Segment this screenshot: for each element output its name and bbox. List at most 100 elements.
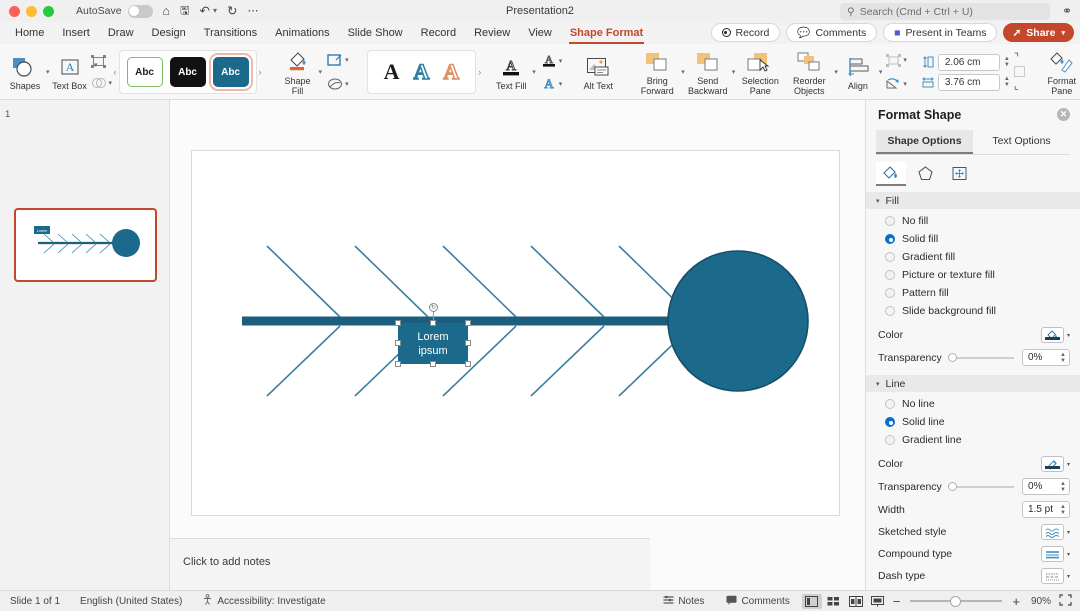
arrange-chevron-down-icon[interactable]: ▾ — [94, 61, 98, 69]
resize-handle-bottom-left[interactable] — [395, 361, 401, 367]
tab-review[interactable]: Review — [465, 25, 519, 41]
zoom-slider[interactable] — [910, 595, 1003, 607]
autosave-toggle[interactable] — [127, 4, 153, 18]
merge-shapes-icon[interactable] — [90, 74, 108, 92]
undo-icon[interactable]: ↶ — [199, 5, 209, 18]
radio-slide-background-fill[interactable]: Slide background fill — [866, 302, 1080, 320]
resize-handle-bottom-center[interactable] — [430, 361, 436, 367]
tab-transitions[interactable]: Transitions — [195, 25, 266, 41]
fill-section-header[interactable]: ▾ Fill — [866, 192, 1080, 209]
resize-handle-top-left[interactable] — [395, 320, 401, 326]
radio-solid-fill[interactable]: Solid fill — [866, 230, 1080, 248]
quick-access-toolbar[interactable]: ⌂ 🖫 ↶ ▾ ↻ ⋯ — [163, 5, 259, 18]
autosave-control[interactable]: AutoSave — [76, 4, 153, 18]
size-properties-icon[interactable] — [944, 162, 974, 186]
shape-effects-chevron-down-icon[interactable]: ▾ — [345, 80, 349, 88]
tab-view[interactable]: View — [519, 25, 561, 41]
redo-icon[interactable]: ↻ — [227, 5, 237, 18]
text-fill-chevron-down-icon[interactable]: ▾ — [532, 68, 536, 76]
format-pane-button[interactable]: Format Pane — [1040, 49, 1080, 96]
fill-transparency-stepper[interactable]: ▲ ▼ — [1060, 352, 1069, 364]
shape-outline-icon[interactable] — [326, 51, 344, 69]
zoom-in-button[interactable]: + — [1009, 594, 1023, 609]
comments-button[interactable]: 💬 Comments — [786, 23, 878, 42]
shape-style-option-3-selected[interactable]: Abc — [208, 53, 253, 91]
height-stepper[interactable]: ▲ ▼ — [1004, 56, 1010, 68]
tab-record[interactable]: Record — [412, 25, 465, 41]
home-icon[interactable]: ⌂ — [163, 5, 171, 18]
tab-home[interactable]: Home — [6, 25, 53, 41]
notes-button[interactable]: Notes — [653, 595, 714, 608]
arrange-shape-icon[interactable] — [90, 52, 108, 70]
share-chevron-down-icon[interactable]: ▾ — [1061, 29, 1065, 37]
resize-handle-top-right[interactable] — [465, 320, 471, 326]
zoom-knob[interactable] — [950, 595, 962, 607]
language-indicator[interactable]: English (United States) — [70, 596, 192, 607]
line-color-chevron-down-icon[interactable]: ▾ — [1067, 461, 1070, 468]
align-button[interactable]: Align — [838, 54, 878, 91]
bring-forward-button[interactable]: Bring Forward — [634, 49, 680, 96]
fill-color-button[interactable] — [1040, 327, 1064, 343]
presenter-view-button[interactable] — [868, 594, 888, 609]
accessibility-status[interactable]: Accessibility: Investigate — [192, 594, 335, 608]
resize-handle-middle-left[interactable] — [395, 340, 401, 346]
compound-type-chevron-down-icon[interactable]: ▾ — [1067, 551, 1070, 558]
text-fill-button[interactable]: A Text Fill — [491, 54, 531, 90]
shape-style-option-1[interactable]: Abc — [126, 57, 163, 87]
fill-transparency-slider[interactable] — [947, 352, 1014, 364]
slide-canvas[interactable] — [192, 151, 839, 515]
line-color-button[interactable] — [1040, 456, 1064, 472]
fill-transparency-input[interactable]: 0% ▲ ▼ — [1022, 349, 1070, 366]
save-icon[interactable]: 🖫 — [180, 5, 189, 17]
close-window-button[interactable] — [9, 5, 20, 17]
resize-handle-middle-right[interactable] — [465, 340, 471, 346]
connected-accounts-icon[interactable]: ⚭ — [1062, 4, 1072, 18]
more-options-icon[interactable]: ⋯ — [247, 5, 258, 17]
fill-bucket-icon[interactable] — [876, 162, 906, 186]
group-objects-chevron-down-icon[interactable]: ▾ — [903, 56, 907, 64]
text-box-button[interactable]: A Text Box — [50, 54, 90, 91]
text-effects-chevron-down-icon[interactable]: ▾ — [559, 80, 563, 88]
slide-thumbnail-1[interactable]: Lorem — [14, 208, 157, 282]
record-button[interactable]: Record — [710, 23, 781, 42]
slider-knob[interactable] — [947, 482, 957, 491]
tab-insert[interactable]: Insert — [53, 25, 99, 41]
reorder-objects-button[interactable]: Reorder Objects — [785, 49, 833, 96]
selection-pane-button[interactable]: Selection Pane — [735, 49, 785, 96]
line-transparency-stepper[interactable]: ▲ ▼ — [1060, 481, 1069, 493]
radio-solid-line[interactable]: Solid line — [866, 413, 1080, 431]
shape-effects-icon[interactable] — [326, 75, 344, 93]
present-in-teams-button[interactable]: ■ Present in Teams — [883, 23, 998, 42]
fit-to-window-icon[interactable] — [1059, 593, 1072, 609]
text-effects-icon[interactable]: A — [540, 75, 558, 93]
undo-chevron-down-icon[interactable]: ▾ — [213, 7, 217, 15]
line-width-input[interactable]: 1.5 pt ▲ ▼ — [1022, 501, 1070, 518]
notes-pane[interactable]: Click to add notes — [170, 538, 650, 590]
shape-width-input[interactable]: 3.76 cm — [937, 73, 1000, 91]
tab-text-options[interactable]: Text Options — [973, 130, 1070, 154]
tab-shape-options[interactable]: Shape Options — [876, 130, 973, 154]
crop-top-icon[interactable]: ⌝ — [1014, 51, 1025, 64]
shape-height-input[interactable]: 2.06 cm — [937, 53, 1000, 71]
shapes-button[interactable]: Shapes — [5, 54, 45, 91]
pentagon-effects-icon[interactable] — [910, 162, 940, 186]
slider-knob[interactable] — [947, 353, 957, 362]
crop-box-icon[interactable] — [1013, 66, 1025, 77]
tab-design[interactable]: Design — [143, 25, 195, 41]
comments-status-button[interactable]: Comments — [716, 595, 799, 608]
crop-bottom-icon[interactable]: ⌞ — [1014, 79, 1025, 92]
radio-gradient-line[interactable]: Gradient line — [866, 431, 1080, 449]
normal-view-button[interactable] — [801, 593, 822, 609]
rotate-handle[interactable]: ↻ — [429, 303, 438, 312]
tab-animations[interactable]: Animations — [266, 25, 338, 41]
wordart-next-icon[interactable]: › — [478, 67, 481, 77]
compound-type-button[interactable] — [1040, 546, 1064, 562]
shape-fill-button[interactable]: Shape Fill — [278, 49, 318, 96]
shape-fill-chevron-down-icon[interactable]: ▾ — [319, 68, 323, 76]
close-icon[interactable]: ✕ — [1057, 108, 1070, 121]
resize-handle-bottom-right[interactable] — [465, 361, 471, 367]
wordart-gallery[interactable]: A A A — [366, 50, 477, 94]
maximize-window-button[interactable] — [43, 5, 54, 17]
minimize-window-button[interactable] — [26, 5, 37, 17]
shape-style-gallery[interactable]: Abc Abc Abc — [118, 50, 257, 94]
